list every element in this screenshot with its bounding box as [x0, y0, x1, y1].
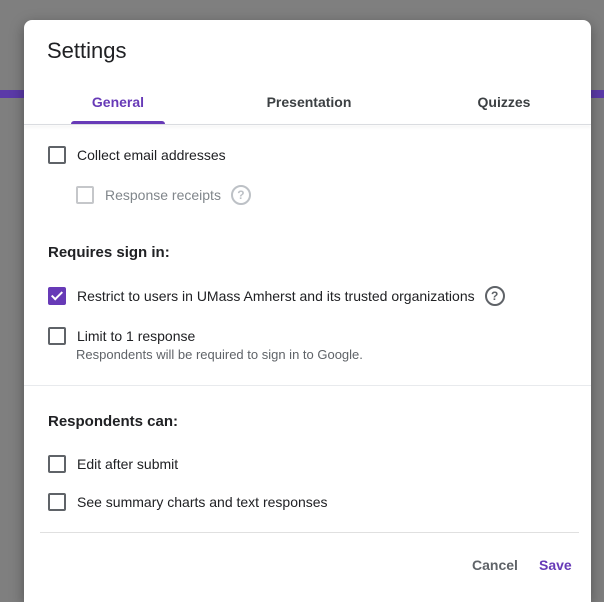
- tab-general[interactable]: General: [71, 88, 165, 124]
- limit-one-response-label: Limit to 1 response: [77, 328, 196, 344]
- restrict-users-row[interactable]: Restrict to users in UMass Amherst and i…: [48, 286, 505, 306]
- collect-email-checkbox[interactable]: [48, 146, 66, 164]
- see-summary-label: See summary charts and text responses: [77, 494, 328, 510]
- section-divider: [24, 385, 591, 386]
- cancel-button[interactable]: Cancel: [472, 557, 518, 573]
- dialog-title: Settings: [47, 38, 127, 63]
- settings-dialog: Settings General Presentation Quizzes Co…: [24, 20, 591, 602]
- see-summary-row[interactable]: See summary charts and text responses: [48, 493, 328, 511]
- footer-divider: [40, 532, 579, 533]
- help-circle-icon[interactable]: ?: [484, 286, 505, 306]
- tab-presentation[interactable]: Presentation: [249, 88, 369, 124]
- response-receipts-checkbox: [76, 186, 94, 204]
- response-receipts-row: Response receipts ?: [76, 185, 251, 205]
- limit-one-response-row[interactable]: Limit to 1 response: [48, 327, 195, 345]
- edit-after-submit-row[interactable]: Edit after submit: [48, 455, 178, 473]
- tab-bar: General Presentation Quizzes: [24, 88, 591, 124]
- edit-after-submit-label: Edit after submit: [77, 456, 179, 472]
- collect-email-row[interactable]: Collect email addresses: [48, 146, 226, 164]
- requires-sign-in-heading: Requires sign in:: [48, 244, 170, 261]
- save-button[interactable]: Save: [539, 557, 572, 573]
- tabs-divider: [24, 124, 591, 125]
- restrict-users-checkbox[interactable]: [48, 287, 66, 305]
- see-summary-checkbox[interactable]: [48, 493, 66, 511]
- collect-email-label: Collect email addresses: [77, 147, 226, 163]
- response-receipts-label: Response receipts: [105, 187, 221, 203]
- limit-one-response-checkbox[interactable]: [48, 327, 66, 345]
- restrict-users-label: Restrict to users in UMass Amherst and i…: [77, 288, 475, 304]
- tab-quizzes[interactable]: Quizzes: [464, 88, 544, 124]
- respondents-can-heading: Respondents can:: [48, 413, 179, 430]
- help-circle-icon: ?: [230, 185, 251, 205]
- limit-one-response-subtext: Respondents will be required to sign in …: [76, 347, 363, 362]
- edit-after-submit-checkbox[interactable]: [48, 455, 66, 473]
